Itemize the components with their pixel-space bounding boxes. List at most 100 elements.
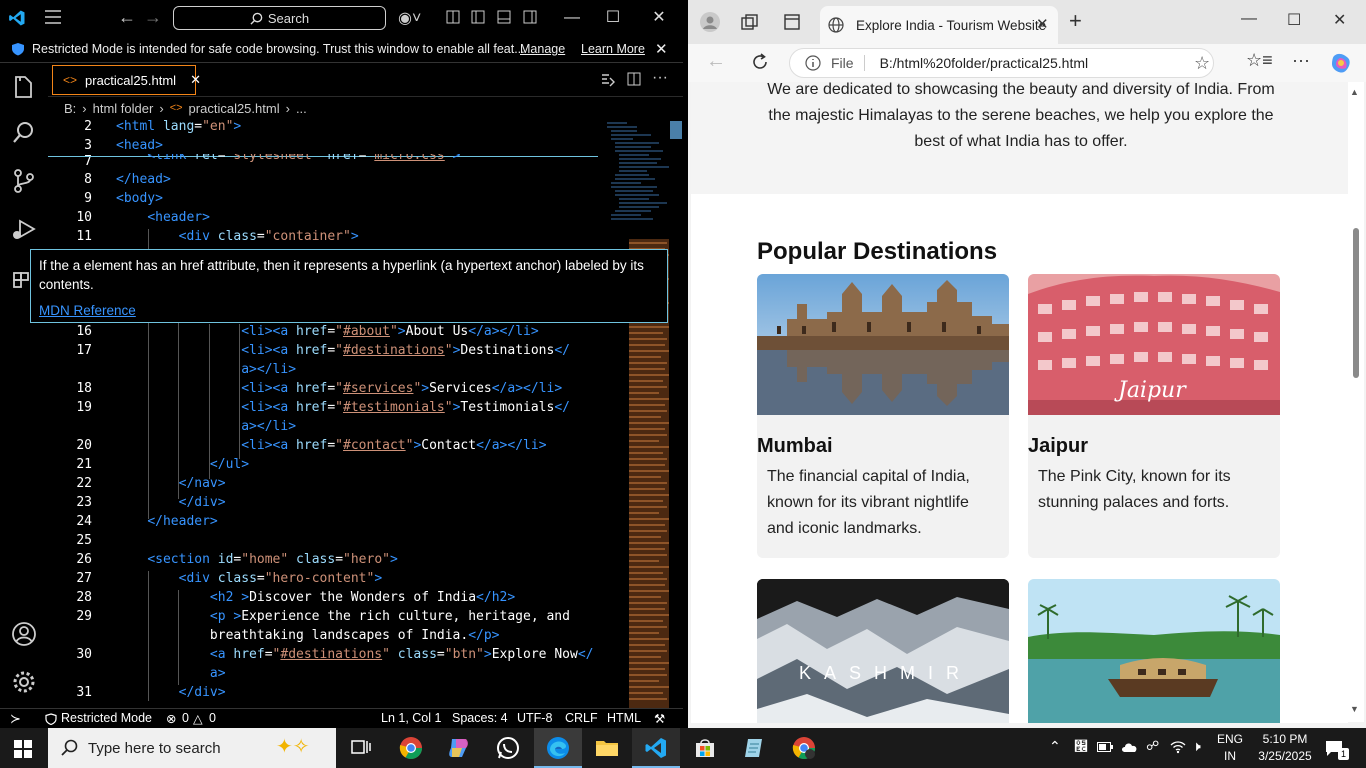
minimize-button[interactable]: — xyxy=(1241,10,1257,28)
breadcrumb-folder[interactable]: html folder xyxy=(93,101,154,116)
battery-icon[interactable] xyxy=(1097,742,1113,752)
split-editor-icon[interactable] xyxy=(627,72,641,86)
errors-count[interactable]: 0 xyxy=(182,711,189,725)
favorites-icon[interactable]: ☆≡ xyxy=(1246,50,1273,71)
web-page[interactable]: We are dedicated to showcasing the beaut… xyxy=(691,82,1348,723)
store-icon[interactable] xyxy=(693,736,717,760)
chrome-icon[interactable] xyxy=(399,736,423,760)
breadcrumb-file[interactable]: practical25.html xyxy=(189,101,280,116)
restricted-mode-status[interactable]: Restricted Mode xyxy=(61,711,152,725)
taskbar-search[interactable]: Type here to search ✦✧ xyxy=(48,728,336,768)
settings-gear-icon[interactable] xyxy=(10,668,38,696)
favorite-star-icon[interactable]: ☆ xyxy=(1194,53,1210,74)
source-control-icon[interactable] xyxy=(10,167,38,195)
vscode-window: ← → Search ◉˅ — ☐ ✕ Restricted Mode is i… xyxy=(0,0,683,728)
hamburger-menu-icon[interactable] xyxy=(44,10,62,24)
windows-start-icon[interactable] xyxy=(14,740,32,758)
editor-scrollbar[interactable] xyxy=(669,119,683,708)
destination-card-mumbai[interactable]: Mumbai The financial capital of India, k… xyxy=(757,274,1009,558)
toggle-sidebar-icon[interactable] xyxy=(471,10,485,24)
editor-tabs: <> practical25.html ✕ ··· xyxy=(48,63,683,97)
network-device-icon[interactable]: ☍ xyxy=(1146,738,1159,754)
tab-actions-icon[interactable] xyxy=(784,14,800,30)
remote-icon[interactable]: ≻ xyxy=(10,711,21,727)
close-button[interactable]: ✕ xyxy=(1333,10,1346,30)
jaipur-image: Jaipur xyxy=(1028,274,1280,415)
explorer-icon[interactable] xyxy=(10,73,38,101)
error-icon[interactable]: ⊗ xyxy=(166,711,176,726)
page-scrollbar[interactable]: ▲ ▼ xyxy=(1348,82,1364,722)
clock[interactable]: 5:10 PM 3/25/2025 xyxy=(1252,731,1318,765)
wifi-icon[interactable] xyxy=(1170,740,1186,754)
file-explorer-icon[interactable] xyxy=(595,736,619,760)
tab-close-icon[interactable]: ✕ xyxy=(1036,15,1049,33)
minimap[interactable] xyxy=(605,119,669,708)
close-button[interactable]: ✕ xyxy=(644,6,674,30)
whatsapp-icon[interactable] xyxy=(496,736,520,760)
cursor-position[interactable]: Ln 1, Col 1 xyxy=(381,711,441,725)
chrome-profile-icon[interactable] xyxy=(792,736,816,760)
workspaces-icon[interactable] xyxy=(741,14,759,30)
edge-taskbar-button[interactable] xyxy=(534,728,582,768)
copilot-icon[interactable]: ◉˅ xyxy=(398,8,421,28)
refresh-icon[interactable] xyxy=(750,52,770,72)
back-arrow-icon[interactable]: ← xyxy=(706,50,726,73)
line-ending[interactable]: CRLF xyxy=(565,711,598,725)
code-editor[interactable]: 2 3 7 8 9 10 11 16 17 18 19 20 21 22 23 24 25 26 27 28 29 30 3… xyxy=(48,119,683,708)
layout-icon[interactable] xyxy=(446,10,460,24)
settings-more-icon[interactable]: ··· xyxy=(1292,50,1310,71)
bluetooth-icon[interactable]: ׬ xyxy=(1074,738,1088,754)
toggle-panel-icon[interactable] xyxy=(497,10,511,24)
scroll-up-icon[interactable]: ▲ xyxy=(1350,87,1359,97)
warning-icon[interactable]: △ xyxy=(193,711,203,726)
destination-card-kashmir[interactable]: KASHMIR xyxy=(757,579,1009,723)
more-actions-icon[interactable]: ··· xyxy=(652,69,668,87)
chevron-up-icon[interactable]: ⌃ xyxy=(1049,738,1061,755)
command-search-box[interactable]: Search xyxy=(173,6,386,30)
search-icon[interactable] xyxy=(10,119,38,147)
mdn-reference-link[interactable]: MDN Reference xyxy=(39,301,659,320)
browser-tab-active[interactable]: Explore India - Tourism Website ✕ xyxy=(820,6,1058,44)
run-debug-icon[interactable] xyxy=(10,215,38,243)
profile-avatar-icon[interactable] xyxy=(700,12,720,32)
cloud-icon[interactable] xyxy=(1121,741,1139,753)
breadcrumb-more[interactable]: ... xyxy=(296,101,307,116)
open-preview-icon[interactable] xyxy=(600,72,616,88)
task-view-icon[interactable] xyxy=(349,736,373,760)
destination-card-jaipur[interactable]: Jaipur Jaipur The Pink City, known for i… xyxy=(1028,274,1280,558)
notes-app-icon[interactable] xyxy=(742,736,766,760)
manage-link[interactable]: Manage xyxy=(520,42,565,56)
toggle-secondary-sidebar-icon[interactable] xyxy=(523,10,537,24)
address-bar[interactable]: File B:/html%20folder/practical25.html ☆ xyxy=(789,48,1214,78)
notification-count-badge: 1 xyxy=(1338,748,1349,760)
scroll-down-icon[interactable]: ▼ xyxy=(1350,704,1359,714)
learn-more-link[interactable]: Learn More xyxy=(581,42,645,56)
search-icon xyxy=(61,739,78,756)
bell-icon[interactable]: ⚒ xyxy=(654,711,665,726)
info-icon[interactable] xyxy=(805,55,821,71)
copilot-icon[interactable] xyxy=(1330,52,1352,74)
language-indicator[interactable]: ENG IN xyxy=(1212,731,1248,765)
encoding[interactable]: UTF-8 xyxy=(517,711,552,725)
vscode-taskbar-button[interactable] xyxy=(632,728,680,768)
maximize-button[interactable]: ☐ xyxy=(598,6,628,30)
accounts-icon[interactable] xyxy=(10,620,38,648)
back-arrow-icon[interactable]: ← xyxy=(118,8,136,26)
language-mode[interactable]: HTML xyxy=(607,711,641,725)
breadcrumb-drive[interactable]: B: xyxy=(64,101,76,116)
destination-card-kerala[interactable] xyxy=(1028,579,1280,723)
line-number: 25 xyxy=(76,533,92,548)
forward-arrow-icon[interactable]: → xyxy=(144,8,162,26)
minimize-button[interactable]: — xyxy=(557,6,587,30)
tab-practical25[interactable]: <> practical25.html ✕ xyxy=(52,65,201,95)
maximize-button[interactable]: ☐ xyxy=(1287,10,1301,30)
indentation[interactable]: Spaces: 4 xyxy=(452,711,508,725)
new-tab-icon[interactable]: + xyxy=(1069,8,1082,34)
warnings-count[interactable]: 0 xyxy=(209,711,216,725)
url-text[interactable]: B:/html%20folder/practical25.html xyxy=(880,55,1089,71)
code-line: </div> xyxy=(178,685,226,700)
volume-icon[interactable]: 🕨 xyxy=(1192,738,1201,755)
copilot-app-icon[interactable] xyxy=(447,736,471,760)
banner-close-icon[interactable]: ✕ xyxy=(655,40,668,58)
tab-close-icon[interactable]: ✕ xyxy=(190,72,201,88)
